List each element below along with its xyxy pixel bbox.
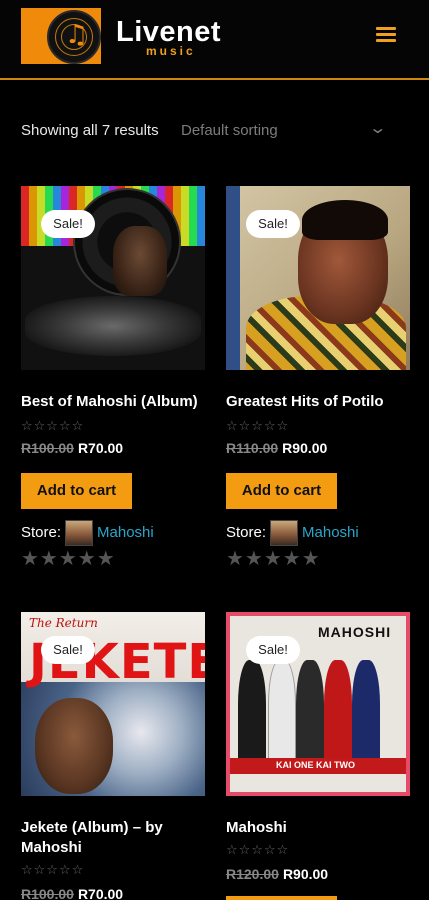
product-title[interactable]: Jekete (Album) – by Mahoshi: [21, 818, 211, 858]
shop-toolbar: Showing all 7 results Default sorting ⌄: [21, 118, 391, 144]
product-image[interactable]: MAHOSHI KAI ONE KAI TWO Sale!: [226, 612, 410, 796]
product-title[interactable]: Greatest Hits of Potilo: [226, 392, 416, 412]
add-to-cart-button[interactable]: Add to cart: [21, 473, 132, 509]
product-card: Sale! Best of Mahoshi (Album) ☆☆☆☆☆ R100…: [21, 186, 205, 570]
chevron-down-icon[interactable]: ⌄: [368, 118, 387, 138]
sale-badge: Sale!: [246, 636, 300, 664]
product-title[interactable]: Mahoshi: [226, 818, 416, 838]
brand-sub: music: [146, 44, 196, 58]
hamburger-menu-icon[interactable]: [376, 27, 396, 43]
star-rating-icon: ☆☆☆☆☆: [21, 862, 85, 877]
result-count: Showing all 7 results: [21, 122, 159, 139]
music-note-icon: ♫: [65, 20, 89, 50]
store-label: Store:: [226, 523, 267, 541]
add-to-cart-button[interactable]: Add to cart: [226, 473, 337, 509]
cover-text: MAHOSHI: [318, 624, 392, 640]
price-old: R110.00: [226, 440, 279, 456]
product-price: R100.00 R70.00: [21, 440, 123, 456]
product-image[interactable]: The Return JEKETE Sale!: [21, 612, 205, 796]
product-image[interactable]: Sale!: [21, 186, 205, 370]
star-rating-icon: ☆☆☆☆☆: [21, 418, 85, 433]
store-avatar[interactable]: [65, 520, 94, 546]
store-rating-icon: ★★★★★: [226, 548, 321, 570]
product-image[interactable]: Sale!: [226, 186, 410, 370]
site-header: ♫ Livenet music: [0, 0, 429, 80]
cover-subtext: KAI ONE KAI TWO: [276, 760, 355, 770]
add-to-cart-button[interactable]: [226, 896, 337, 900]
price-new: R90.00: [282, 440, 328, 456]
product-card: MAHOSHI KAI ONE KAI TWO Sale! Mahoshi ☆☆…: [226, 612, 410, 900]
product-price: R120.00 R90.00: [226, 866, 328, 882]
star-rating-icon: ☆☆☆☆☆: [226, 842, 290, 857]
logo[interactable]: ♫: [21, 8, 101, 64]
store-label: Store:: [21, 523, 62, 541]
price-new: R70.00: [77, 440, 124, 456]
price-new: R90.00: [282, 866, 329, 882]
price-new: R70.00: [77, 886, 124, 900]
sorting-select[interactable]: Default sorting: [181, 122, 278, 139]
sale-badge: Sale!: [246, 210, 300, 238]
price-old: R100.00: [21, 440, 74, 456]
price-old: R100.00: [21, 886, 74, 900]
sale-badge: Sale!: [41, 210, 95, 238]
store-link[interactable]: Mahoshi: [302, 524, 359, 541]
star-rating-icon: ☆☆☆☆☆: [226, 418, 290, 433]
sale-badge: Sale!: [41, 636, 95, 664]
product-card: Sale! Greatest Hits of Potilo ☆☆☆☆☆ R110…: [226, 186, 410, 570]
price-old: R120.00: [226, 866, 279, 882]
product-price: R110.00 R90.00: [226, 440, 327, 456]
store-rating-icon: ★★★★★: [21, 548, 116, 570]
store-info: Store: Mahoshi: [21, 520, 154, 546]
cover-subtext: The Return: [29, 616, 98, 630]
store-avatar[interactable]: [270, 520, 299, 546]
product-card: The Return JEKETE Sale! Jekete (Album) –…: [21, 612, 205, 900]
product-title[interactable]: Best of Mahoshi (Album): [21, 392, 211, 412]
product-price: R100.00 R70.00: [21, 886, 123, 900]
store-link[interactable]: Mahoshi: [97, 524, 154, 541]
store-info: Store: Mahoshi: [226, 520, 359, 546]
